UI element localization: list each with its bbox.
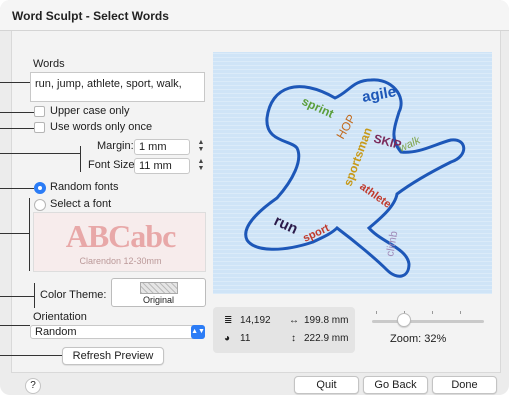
callout-line <box>29 198 30 271</box>
color-count: 11 <box>240 333 251 344</box>
slider-tick <box>376 311 377 314</box>
orientation-select[interactable]: Random ▲▼ <box>30 325 205 339</box>
font-preview: ABCabc Clarendon 12-30mm <box>33 212 206 272</box>
width-value: 199.8 mm <box>304 315 349 326</box>
callout-line <box>0 355 62 356</box>
words-input[interactable]: run, jump, athlete, sport, walk, <box>30 72 205 102</box>
sculpt-word-sprint: sprint <box>300 94 336 121</box>
quit-button[interactable]: Quit <box>294 376 359 394</box>
width-icon: ↔ <box>289 315 299 326</box>
slider-tick <box>432 311 433 314</box>
upper-case-checkbox[interactable] <box>34 106 45 117</box>
palette-icon: ◕ <box>224 333 231 344</box>
callout-line <box>0 188 34 189</box>
callout-line <box>0 153 80 154</box>
stitches-icon: ≣ <box>224 315 233 326</box>
sculpt-word-run: run <box>271 212 300 238</box>
chevron-updown-icon: ▲▼ <box>191 325 205 339</box>
words-label: Words <box>33 58 65 70</box>
select-font-radio[interactable] <box>34 199 46 211</box>
words-once-label: Use words only once <box>50 121 153 133</box>
refresh-preview-button[interactable]: Refresh Preview <box>62 347 164 365</box>
sculpt-svg: agile sprint HOP SKIP walk sportsman ath… <box>244 78 466 278</box>
callout-line <box>0 112 34 113</box>
callout-line <box>80 146 81 172</box>
sculpt-word-hop: HOP <box>333 112 358 142</box>
callout-line <box>0 128 34 129</box>
height-value: 222.9 mm <box>304 333 349 344</box>
orientation-label: Orientation <box>33 311 87 323</box>
upper-case-label: Upper case only <box>50 105 130 117</box>
color-theme-swatch <box>140 282 178 294</box>
color-theme-button[interactable]: Original <box>111 278 206 307</box>
callout-line <box>0 296 34 297</box>
margin-label: Margin: <box>97 140 134 152</box>
sculpt-word-climb: climb <box>384 230 400 257</box>
random-fonts-radio[interactable] <box>34 182 46 194</box>
go-back-button[interactable]: Go Back <box>363 376 428 394</box>
zoom-slider-knob[interactable] <box>397 313 411 327</box>
sculpt-word-athlete: athlete <box>357 181 393 211</box>
font-size-field[interactable]: 11 mm <box>134 158 190 174</box>
callout-line <box>34 283 35 308</box>
font-size-stepper[interactable]: ▲ ▼ <box>196 158 206 174</box>
slider-tick <box>460 311 461 314</box>
callout-line <box>0 233 29 234</box>
color-theme-name: Original <box>142 295 174 305</box>
zoom-slider[interactable] <box>372 320 484 323</box>
dialog-window: Word Sculpt - Select Words Words run, ju… <box>0 0 509 395</box>
callout-line <box>0 82 30 83</box>
font-preview-sample: ABCabc <box>65 218 177 254</box>
stats-panel: ≣ 14,192 ↔ 199.8 mm ◕ 11 ↕ 222.9 mm <box>213 307 355 353</box>
zoom-label: Zoom: 32% <box>390 333 447 345</box>
sculpt-word-agile: agile <box>361 83 398 106</box>
random-fonts-label: Random fonts <box>50 181 119 193</box>
sculpt-word-skip: SKIP <box>372 131 403 152</box>
color-theme-label: Color Theme: <box>40 289 107 301</box>
font-size-label: Font Size: <box>88 159 138 171</box>
stitch-count: 14,192 <box>240 315 271 326</box>
help-button[interactable]: ? <box>25 378 41 394</box>
title-bar: Word Sculpt - Select Words <box>0 0 509 31</box>
font-preview-caption: Clarendon 12-30mm <box>79 256 162 266</box>
height-icon: ↕ <box>291 333 296 344</box>
select-font-label: Select a font <box>50 198 112 210</box>
margin-stepper[interactable]: ▲ ▼ <box>196 139 206 155</box>
window-title: Word Sculpt - Select Words <box>12 9 169 23</box>
callout-line <box>0 325 30 326</box>
orientation-value: Random <box>35 326 77 338</box>
sculpt-preview: agile sprint HOP SKIP walk sportsman ath… <box>213 52 492 294</box>
words-once-checkbox[interactable] <box>34 122 45 133</box>
margin-field[interactable]: 1 mm <box>134 139 190 155</box>
done-button[interactable]: Done <box>432 376 497 394</box>
